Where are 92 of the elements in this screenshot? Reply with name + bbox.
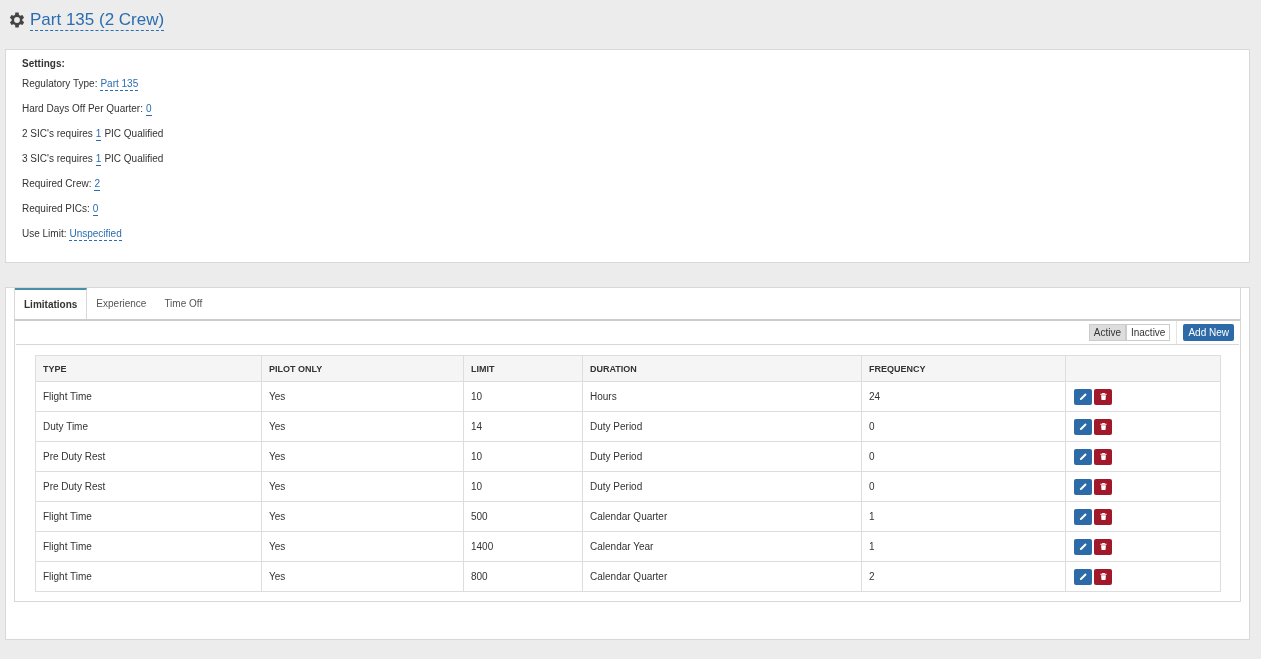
settings-heading: Settings: <box>22 58 66 69</box>
pencil-icon <box>1078 512 1088 521</box>
table-cell: 800 <box>463 561 583 592</box>
table-cell: Duty Period <box>582 441 862 472</box>
table-cell: Duty Period <box>582 471 862 502</box>
edit-button[interactable] <box>1074 478 1092 495</box>
trash-icon <box>1098 542 1108 551</box>
setting-suffix: PIC Qualified <box>104 128 164 139</box>
setting-value-link[interactable]: Part 135 <box>100 78 139 91</box>
table-cell: Yes <box>261 441 464 472</box>
setting-label: Required PICs: <box>22 203 90 214</box>
column-header: TYPE <box>35 355 262 382</box>
table-cell: Flight Time <box>35 501 262 532</box>
table-cell: 10 <box>463 471 583 502</box>
table-cell: Yes <box>261 471 464 502</box>
table-cell: Pre Duty Rest <box>35 441 262 472</box>
trash-icon <box>1098 482 1108 491</box>
table-cell: 0 <box>861 441 1066 472</box>
delete-button[interactable] <box>1094 388 1112 405</box>
delete-button[interactable] <box>1094 538 1112 555</box>
table-cell: 10 <box>463 381 583 412</box>
table-cell: 1 <box>861 531 1066 562</box>
setting-label: Required Crew: <box>22 178 92 189</box>
setting-value-link[interactable]: 0 <box>145 103 152 116</box>
delete-button[interactable] <box>1094 568 1112 585</box>
filter-toggle-button[interactable]: Inactive <box>1125 324 1171 341</box>
edit-button[interactable] <box>1074 388 1092 405</box>
edit-button[interactable] <box>1074 418 1092 435</box>
table-cell: Calendar Year <box>582 531 862 562</box>
setting-label: Use Limit: <box>22 228 67 239</box>
delete-button[interactable] <box>1094 508 1112 525</box>
edit-button[interactable] <box>1074 568 1092 585</box>
table-cell: 500 <box>463 501 583 532</box>
table-cell: 0 <box>861 411 1066 442</box>
table-cell: Yes <box>261 501 464 532</box>
gear-icon <box>7 10 27 30</box>
trash-icon <box>1098 422 1108 431</box>
delete-button[interactable] <box>1094 418 1112 435</box>
table-cell: Calendar Quarter <box>582 561 862 592</box>
table-cell: 14 <box>463 411 583 442</box>
add-new-button[interactable]: Add New <box>1183 324 1234 341</box>
edit-button[interactable] <box>1074 448 1092 465</box>
table-cell: 24 <box>861 381 1066 412</box>
pencil-icon <box>1078 572 1088 581</box>
table-cell: Yes <box>261 381 464 412</box>
setting-label: Regulatory Type: <box>22 78 98 89</box>
table-cell: 1400 <box>463 531 583 562</box>
table-cell: Hours <box>582 381 862 412</box>
pencil-icon <box>1078 422 1088 431</box>
table-cell: Yes <box>261 411 464 442</box>
table-cell: Flight Time <box>35 381 262 412</box>
delete-button[interactable] <box>1094 478 1112 495</box>
setting-value-link[interactable]: Unspecified <box>69 228 122 241</box>
delete-button[interactable] <box>1094 448 1112 465</box>
filter-toggle-button[interactable]: Active <box>1088 324 1126 341</box>
column-header: PILOT ONLY <box>261 355 464 382</box>
table-cell: Calendar Quarter <box>582 501 862 532</box>
pencil-icon <box>1078 392 1088 401</box>
table-cell: 0 <box>861 471 1066 502</box>
table-cell: 1 <box>861 501 1066 532</box>
table-cell: Duty Period <box>582 411 862 442</box>
setting-label: 2 SIC's requires <box>22 128 93 139</box>
page-title-link[interactable]: Part 135 (2 Crew) <box>30 9 165 31</box>
setting-label: Hard Days Off Per Quarter: <box>22 103 143 114</box>
table-cell: Yes <box>261 561 464 592</box>
tab[interactable]: Experience <box>87 288 156 319</box>
pencil-icon <box>1078 542 1088 551</box>
pencil-icon <box>1078 452 1088 461</box>
table-cell: Flight Time <box>35 531 262 562</box>
table-cell: Pre Duty Rest <box>35 471 262 502</box>
setting-value-link[interactable]: 2 <box>94 178 101 191</box>
setting-value-link[interactable]: 1 <box>95 128 102 141</box>
column-header: LIMIT <box>463 355 583 382</box>
column-header: DURATION <box>582 355 862 382</box>
table-cell: Yes <box>261 531 464 562</box>
pencil-icon <box>1078 482 1088 491</box>
setting-suffix: PIC Qualified <box>104 153 164 164</box>
setting-value-link[interactable]: 0 <box>92 203 99 216</box>
table-cell: Duty Time <box>35 411 262 442</box>
trash-icon <box>1098 572 1108 581</box>
trash-icon <box>1098 392 1108 401</box>
edit-button[interactable] <box>1074 538 1092 555</box>
setting-value-link[interactable]: 1 <box>95 153 102 166</box>
trash-icon <box>1098 512 1108 521</box>
table-cell: Flight Time <box>35 561 262 592</box>
edit-button[interactable] <box>1074 508 1092 525</box>
tab[interactable]: Time Off <box>155 288 212 319</box>
setting-label: 3 SIC's requires <box>22 153 93 164</box>
table-cell: 2 <box>861 561 1066 592</box>
trash-icon <box>1098 452 1108 461</box>
table-cell: 10 <box>463 441 583 472</box>
column-header: FREQUENCY <box>861 355 1066 382</box>
